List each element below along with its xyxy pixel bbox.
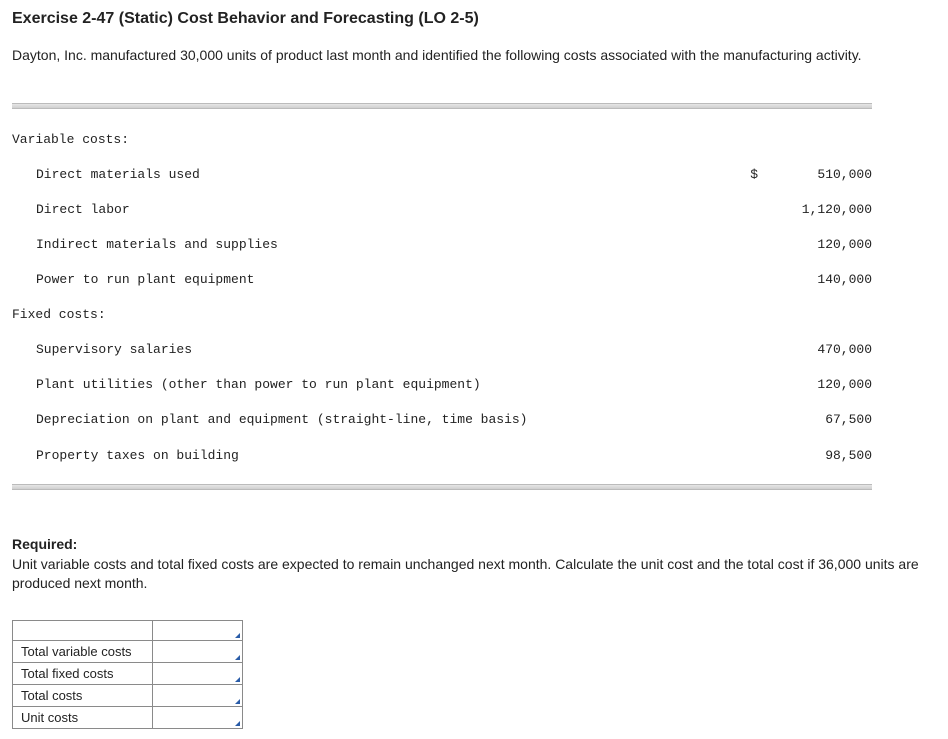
- cost-value: 470,000: [762, 341, 872, 359]
- cost-line: Indirect materials and supplies 120,000: [12, 236, 872, 254]
- currency-symbol: [742, 376, 762, 394]
- cost-label: Direct labor: [36, 201, 742, 219]
- answer-header-blank-left: [13, 620, 153, 640]
- cost-line: Supervisory salaries 470,000: [12, 341, 872, 359]
- cost-line: Direct labor 1,120,000: [12, 201, 872, 219]
- intro-paragraph: Dayton, Inc. manufactured 30,000 units o…: [12, 46, 936, 66]
- cost-label: Supervisory salaries: [36, 341, 742, 359]
- row-label: Total variable costs: [13, 640, 153, 662]
- cost-label: Property taxes on building: [36, 447, 742, 465]
- fixed-costs-heading: Fixed costs:: [12, 306, 872, 324]
- currency-symbol: [742, 341, 762, 359]
- currency-symbol: [742, 201, 762, 219]
- cost-value: 120,000: [762, 236, 872, 254]
- answer-table: Total variable costs Total fixed costs T…: [12, 620, 243, 729]
- answer-input-unit-costs[interactable]: [153, 706, 243, 728]
- row-label: Total fixed costs: [13, 662, 153, 684]
- currency-symbol: [742, 271, 762, 289]
- currency-symbol: [742, 411, 762, 429]
- row-label: Unit costs: [13, 706, 153, 728]
- currency-symbol: $: [742, 166, 762, 184]
- exercise-title: Exercise 2-47 (Static) Cost Behavior and…: [12, 10, 936, 28]
- cost-value: 120,000: [762, 376, 872, 394]
- row-label: Total costs: [13, 684, 153, 706]
- cost-value: 510,000: [762, 166, 872, 184]
- cost-value: 98,500: [762, 447, 872, 465]
- currency-symbol: [742, 447, 762, 465]
- cost-label: Power to run plant equipment: [36, 271, 742, 289]
- table-row: Total costs: [13, 684, 243, 706]
- answer-input-total-fixed[interactable]: [153, 662, 243, 684]
- cost-line: Depreciation on plant and equipment (str…: [12, 411, 872, 429]
- required-section: Required: Unit variable costs and total …: [12, 535, 936, 594]
- cost-label: Direct materials used: [36, 166, 742, 184]
- divider-bar-bottom: [12, 484, 872, 490]
- table-row: Unit costs: [13, 706, 243, 728]
- cost-label: Depreciation on plant and equipment (str…: [36, 411, 742, 429]
- cost-data-block: Variable costs: Direct materials used$51…: [12, 84, 872, 512]
- divider-bar-top: [12, 103, 872, 109]
- cost-line: Power to run plant equipment 140,000: [12, 271, 872, 289]
- answer-input-total-variable[interactable]: [153, 640, 243, 662]
- required-label: Required:: [12, 536, 77, 552]
- cost-line: Plant utilities (other than power to run…: [12, 376, 872, 394]
- answer-input-total-costs[interactable]: [153, 684, 243, 706]
- answer-header-blank-right: [153, 620, 243, 640]
- cost-line: Property taxes on building 98,500: [12, 447, 872, 465]
- required-text: Unit variable costs and total fixed cost…: [12, 556, 919, 592]
- variable-costs-heading: Variable costs:: [12, 131, 872, 149]
- cost-value: 140,000: [762, 271, 872, 289]
- cost-label: Plant utilities (other than power to run…: [36, 376, 742, 394]
- table-row: Total fixed costs: [13, 662, 243, 684]
- cost-line: Direct materials used$510,000: [12, 166, 872, 184]
- cost-value: 1,120,000: [762, 201, 872, 219]
- table-row: Total variable costs: [13, 640, 243, 662]
- cost-label: Indirect materials and supplies: [36, 236, 742, 254]
- cost-value: 67,500: [762, 411, 872, 429]
- currency-symbol: [742, 236, 762, 254]
